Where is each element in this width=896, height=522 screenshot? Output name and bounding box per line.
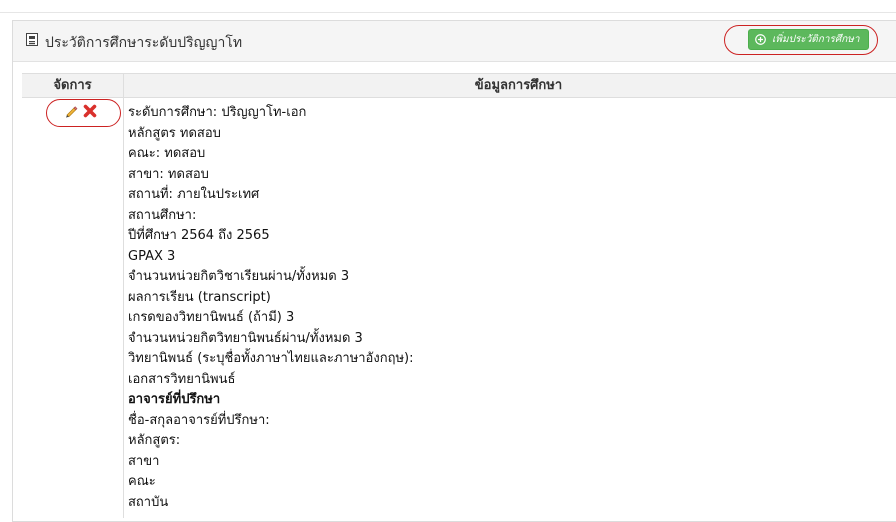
info-degree-level: ระดับการศึกษา: ปริญญาโท-เอก bbox=[128, 105, 307, 120]
info-gpax: GPAX 3 bbox=[128, 248, 176, 264]
table-row: ระดับการศึกษา: ปริญญาโท-เอก หลักสูตร ทดส… bbox=[22, 98, 896, 518]
document-icon bbox=[26, 33, 38, 46]
info-advisor-program: หลักสูตร: bbox=[128, 433, 181, 448]
info-thesis-grade: เกรดของวิทยานิพนธ์ (ถ้ามี) 3 bbox=[128, 310, 295, 325]
education-info: ระดับการศึกษา: ปริญญาโท-เอก หลักสูตร ทดส… bbox=[128, 103, 896, 513]
table-header: จัดการ ข้อมูลการศึกษา bbox=[22, 74, 896, 98]
plus-circle-icon bbox=[755, 34, 766, 45]
column-header-info: ข้อมูลการศึกษา bbox=[474, 78, 563, 93]
education-table: จัดการ ข้อมูลการศึกษา ระดับการศึกษา: ปริ… bbox=[22, 73, 896, 518]
info-advisor-faculty: คณะ bbox=[128, 474, 156, 489]
column-divider bbox=[123, 98, 124, 518]
delete-x-icon[interactable] bbox=[83, 104, 97, 118]
column-header-manage: จัดการ bbox=[22, 74, 124, 97]
info-location: สถานที่: ภายในประเทศ bbox=[128, 187, 260, 202]
info-coursework-credits: จำนวนหน่วยกิตวิชาเรียนผ่าน/ทั้งหมด 3 bbox=[128, 269, 350, 284]
info-faculty: คณะ: ทดสอบ bbox=[128, 146, 206, 161]
add-education-button-label: เพิ่มประวัติการศึกษา bbox=[772, 34, 860, 45]
info-transcript: ผลการเรียน (transcript) bbox=[128, 289, 271, 305]
info-thesis-document: เอกสารวิทยานิพนธ์ bbox=[128, 371, 236, 387]
info-study-years: ปีที่ศึกษา 2564 ถึง 2565 bbox=[128, 228, 270, 243]
action-cell bbox=[22, 98, 123, 127]
info-thesis-title: วิทยานิพนธ์ (ระบุชื่อทั้งภาษาไทยและภาษาอ… bbox=[128, 351, 414, 366]
panel-header: ประวัติการศึกษาระดับปริญญาโท เพิ่มประวัต… bbox=[13, 21, 896, 62]
education-panel: ประวัติการศึกษาระดับปริญญาโท เพิ่มประวัต… bbox=[12, 20, 896, 522]
info-advisor-name: ชื่อ-สกุลอาจารย์ที่ปรึกษา: bbox=[128, 412, 270, 428]
add-education-button[interactable]: เพิ่มประวัติการศึกษา bbox=[748, 29, 869, 50]
info-advisor-major: สาขา bbox=[128, 453, 160, 469]
info-thesis-credits: จำนวนหน่วยกิตวิทยานิพนธ์ผ่าน/ทั้งหมด 3 bbox=[128, 330, 363, 346]
info-advisor-institution: สถาบัน bbox=[128, 494, 169, 510]
info-institution: สถานศึกษา: bbox=[128, 207, 197, 223]
info-major: สาขา: ทดสอบ bbox=[128, 166, 209, 182]
panel-title: ประวัติการศึกษาระดับปริญญาโท bbox=[45, 35, 243, 51]
pencil-icon[interactable] bbox=[64, 104, 78, 118]
info-program: หลักสูตร ทดสอบ bbox=[128, 125, 221, 141]
top-border bbox=[0, 0, 896, 13]
info-advisor-heading: อาจารย์ที่ปรึกษา bbox=[128, 392, 221, 407]
